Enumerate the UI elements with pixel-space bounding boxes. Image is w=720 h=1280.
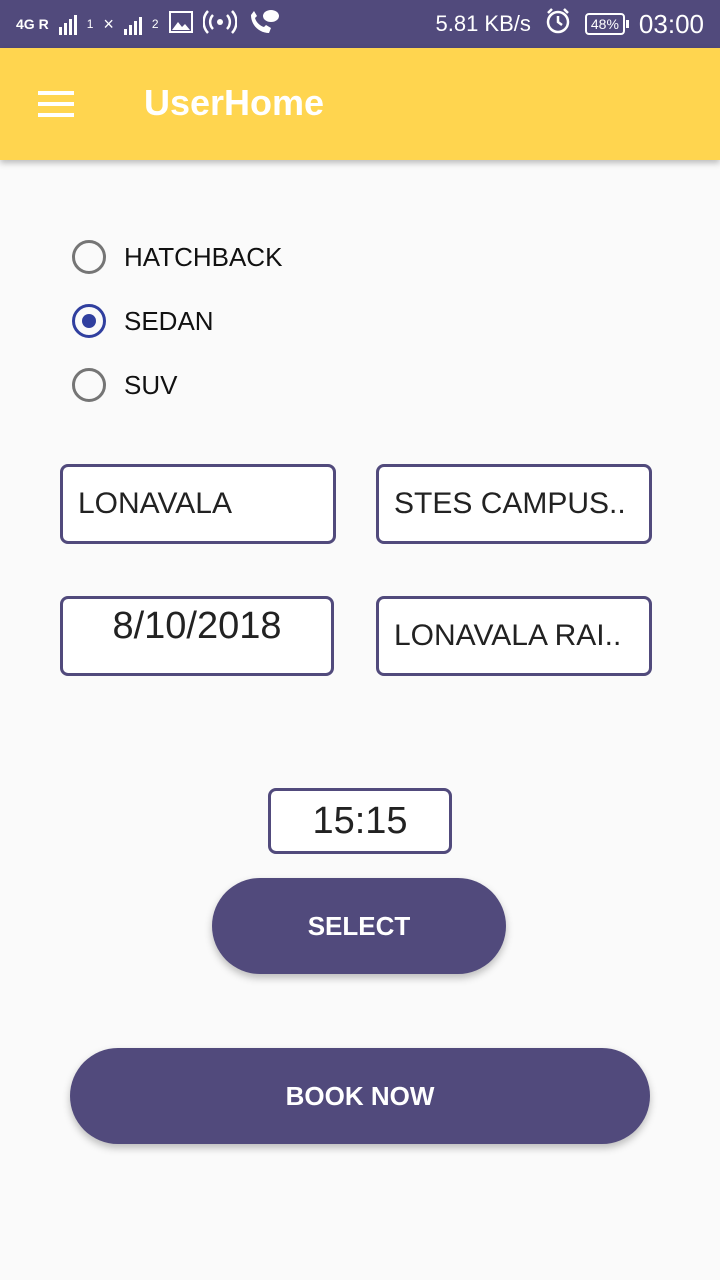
network-type: 4G R xyxy=(16,16,49,32)
battery-icon: 48% xyxy=(584,13,629,35)
time-field[interactable]: 15:15 xyxy=(268,788,452,854)
to-location-value: STES CAMPUS.. xyxy=(394,487,626,520)
sim1-label: 1 xyxy=(86,17,94,31)
from-location-value: LONAVALA xyxy=(78,487,232,520)
radio-label: SEDAN xyxy=(124,305,214,336)
sim2-label: 2 xyxy=(151,17,159,31)
gallery-icon xyxy=(168,10,193,38)
network-speed: 5.81 KB/s xyxy=(435,11,531,36)
select-button[interactable]: SELECT xyxy=(212,878,506,974)
radio-unchecked-icon xyxy=(72,368,106,402)
radio-suv[interactable]: SUV xyxy=(72,365,177,405)
no-signal-icon: × xyxy=(103,13,114,34)
radio-hatchback[interactable]: HATCHBACK xyxy=(72,237,282,277)
to-location-field[interactable]: STES CAMPUS.. xyxy=(376,464,652,544)
select-button-label: SELECT xyxy=(307,910,411,941)
time-value: 15:15 xyxy=(312,799,408,842)
app-bar: UserHome xyxy=(0,48,720,160)
date-field[interactable]: 8/10/2018 xyxy=(60,596,334,676)
hotspot-icon xyxy=(201,9,238,39)
pickup-location-field[interactable]: LONAVALA RAI.. xyxy=(376,596,652,676)
clock: 03:00 xyxy=(638,8,704,39)
radio-checked-icon xyxy=(72,304,106,338)
radio-label: SUV xyxy=(124,369,178,400)
radio-label: HATCHBACK xyxy=(124,241,283,272)
date-value: 8/10/2018 xyxy=(112,605,282,647)
signal-icon xyxy=(58,13,77,35)
from-location-field[interactable]: LONAVALA xyxy=(60,464,336,544)
status-right: 5.81 KB/s 48% 03:00 xyxy=(435,8,704,40)
pickup-location-value: LONAVALA RAI.. xyxy=(394,619,622,652)
signal-icon-2 xyxy=(123,13,142,35)
radio-unchecked-icon xyxy=(72,240,106,274)
hamburger-menu-icon[interactable] xyxy=(36,87,76,121)
page-title: UserHome xyxy=(144,82,325,123)
status-bar: 4G R 1 × 2 5.81 KB/s 48% 03:00 xyxy=(0,0,720,48)
alarm-icon xyxy=(545,8,571,40)
radio-sedan[interactable]: SEDAN xyxy=(72,301,214,341)
call-icon xyxy=(247,9,279,40)
book-now-button-label: BOOK NOW xyxy=(285,1080,435,1111)
book-now-button[interactable]: BOOK NOW xyxy=(70,1048,650,1144)
status-left: 4G R 1 × 2 xyxy=(16,8,279,40)
